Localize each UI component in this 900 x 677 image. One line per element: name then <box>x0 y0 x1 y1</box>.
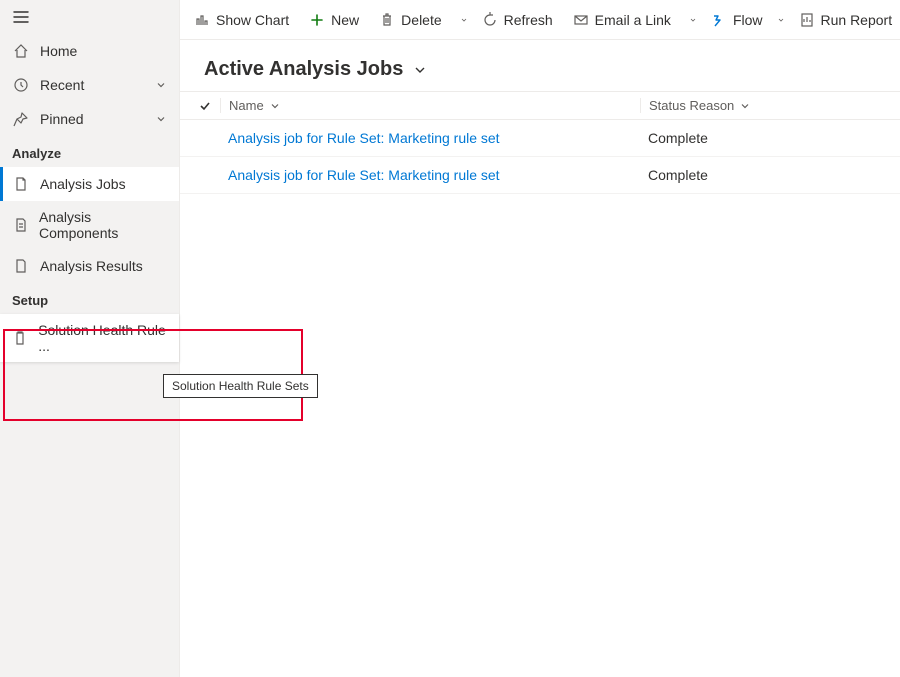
run-report-button[interactable]: Run Report <box>789 0 900 40</box>
chevron-down-icon <box>155 79 167 91</box>
flow-icon <box>711 12 727 28</box>
nav-home[interactable]: Home <box>0 34 179 68</box>
view-title: Active Analysis Jobs <box>204 58 403 81</box>
view-title-row: Active Analysis Jobs <box>180 40 900 91</box>
chevron-down-icon <box>270 101 280 111</box>
email-icon <box>573 12 589 28</box>
status-value: Complete <box>648 167 708 183</box>
column-name-label: Name <box>229 98 264 113</box>
document-icon <box>12 175 30 193</box>
flow-button[interactable]: Flow <box>701 0 773 40</box>
delete-label: Delete <box>401 12 441 28</box>
show-chart-button[interactable]: Show Chart <box>184 0 299 40</box>
section-analyze: Analyze <box>0 136 179 167</box>
report-icon <box>799 12 815 28</box>
email-link-split-button[interactable] <box>685 0 701 40</box>
hamburger-button[interactable] <box>0 0 179 34</box>
nav-home-label: Home <box>40 43 77 59</box>
nav-analysis-components[interactable]: Analysis Components <box>0 201 179 249</box>
flow-label: Flow <box>733 12 763 28</box>
table-row[interactable]: Analysis job for Rule Set: Marketing rul… <box>180 157 900 194</box>
column-status-label: Status Reason <box>649 98 734 113</box>
clipboard-icon <box>12 329 28 347</box>
new-button[interactable]: New <box>299 0 369 40</box>
section-setup: Setup <box>0 283 179 314</box>
table-row[interactable]: Analysis job for Rule Set: Marketing rul… <box>180 120 900 157</box>
nav-analysis-jobs-label: Analysis Jobs <box>40 176 126 192</box>
hamburger-icon <box>12 8 30 26</box>
view-selector-chevron[interactable] <box>413 63 427 77</box>
command-bar: Show Chart New Delete <box>180 0 900 40</box>
nav-analysis-components-label: Analysis Components <box>39 209 167 241</box>
chevron-down-icon <box>155 113 167 125</box>
email-link-button[interactable]: Email a Link <box>563 0 681 40</box>
record-link[interactable]: Analysis job for Rule Set: Marketing rul… <box>228 130 500 146</box>
plus-icon <box>309 12 325 28</box>
email-link-label: Email a Link <box>595 12 671 28</box>
nav-pinned-label: Pinned <box>40 111 84 127</box>
results-icon <box>12 257 30 275</box>
main: Show Chart New Delete <box>180 0 900 677</box>
refresh-icon <box>482 12 498 28</box>
check-icon <box>198 99 212 113</box>
column-header-name[interactable]: Name <box>220 98 640 113</box>
delete-button[interactable]: Delete <box>369 0 451 40</box>
trash-icon <box>379 12 395 28</box>
nav-analysis-jobs[interactable]: Analysis Jobs <box>0 167 179 201</box>
delete-split-button[interactable] <box>456 0 472 40</box>
nav-pinned[interactable]: Pinned <box>0 102 179 136</box>
show-chart-label: Show Chart <box>216 12 289 28</box>
run-report-label: Run Report <box>821 12 893 28</box>
nav-recent-label: Recent <box>40 77 84 93</box>
chevron-down-icon <box>413 63 427 77</box>
nav-solution-health-rule-sets[interactable]: Solution Health Rule ... <box>0 314 179 362</box>
refresh-button[interactable]: Refresh <box>472 0 563 40</box>
tooltip-solution-health: Solution Health Rule Sets <box>163 374 318 398</box>
sidebar: Home Recent Pinned Analyze Anal <box>0 0 180 677</box>
home-icon <box>12 42 30 60</box>
status-value: Complete <box>648 130 708 146</box>
chart-icon <box>194 12 210 28</box>
components-icon <box>12 216 29 234</box>
nav-analysis-results-label: Analysis Results <box>40 258 143 274</box>
nav-solution-health-label: Solution Health Rule ... <box>38 322 167 354</box>
nav-analysis-results[interactable]: Analysis Results <box>0 249 179 283</box>
new-label: New <box>331 12 359 28</box>
clock-icon <box>12 76 30 94</box>
column-header-status-reason[interactable]: Status Reason <box>640 98 900 113</box>
pin-icon <box>12 110 30 128</box>
flow-split-button[interactable] <box>773 0 789 40</box>
grid-header: Name Status Reason <box>180 91 900 120</box>
nav-recent[interactable]: Recent <box>0 68 179 102</box>
refresh-label: Refresh <box>504 12 553 28</box>
select-all-checkbox[interactable] <box>190 99 220 113</box>
record-link[interactable]: Analysis job for Rule Set: Marketing rul… <box>228 167 500 183</box>
chevron-down-icon <box>740 101 750 111</box>
